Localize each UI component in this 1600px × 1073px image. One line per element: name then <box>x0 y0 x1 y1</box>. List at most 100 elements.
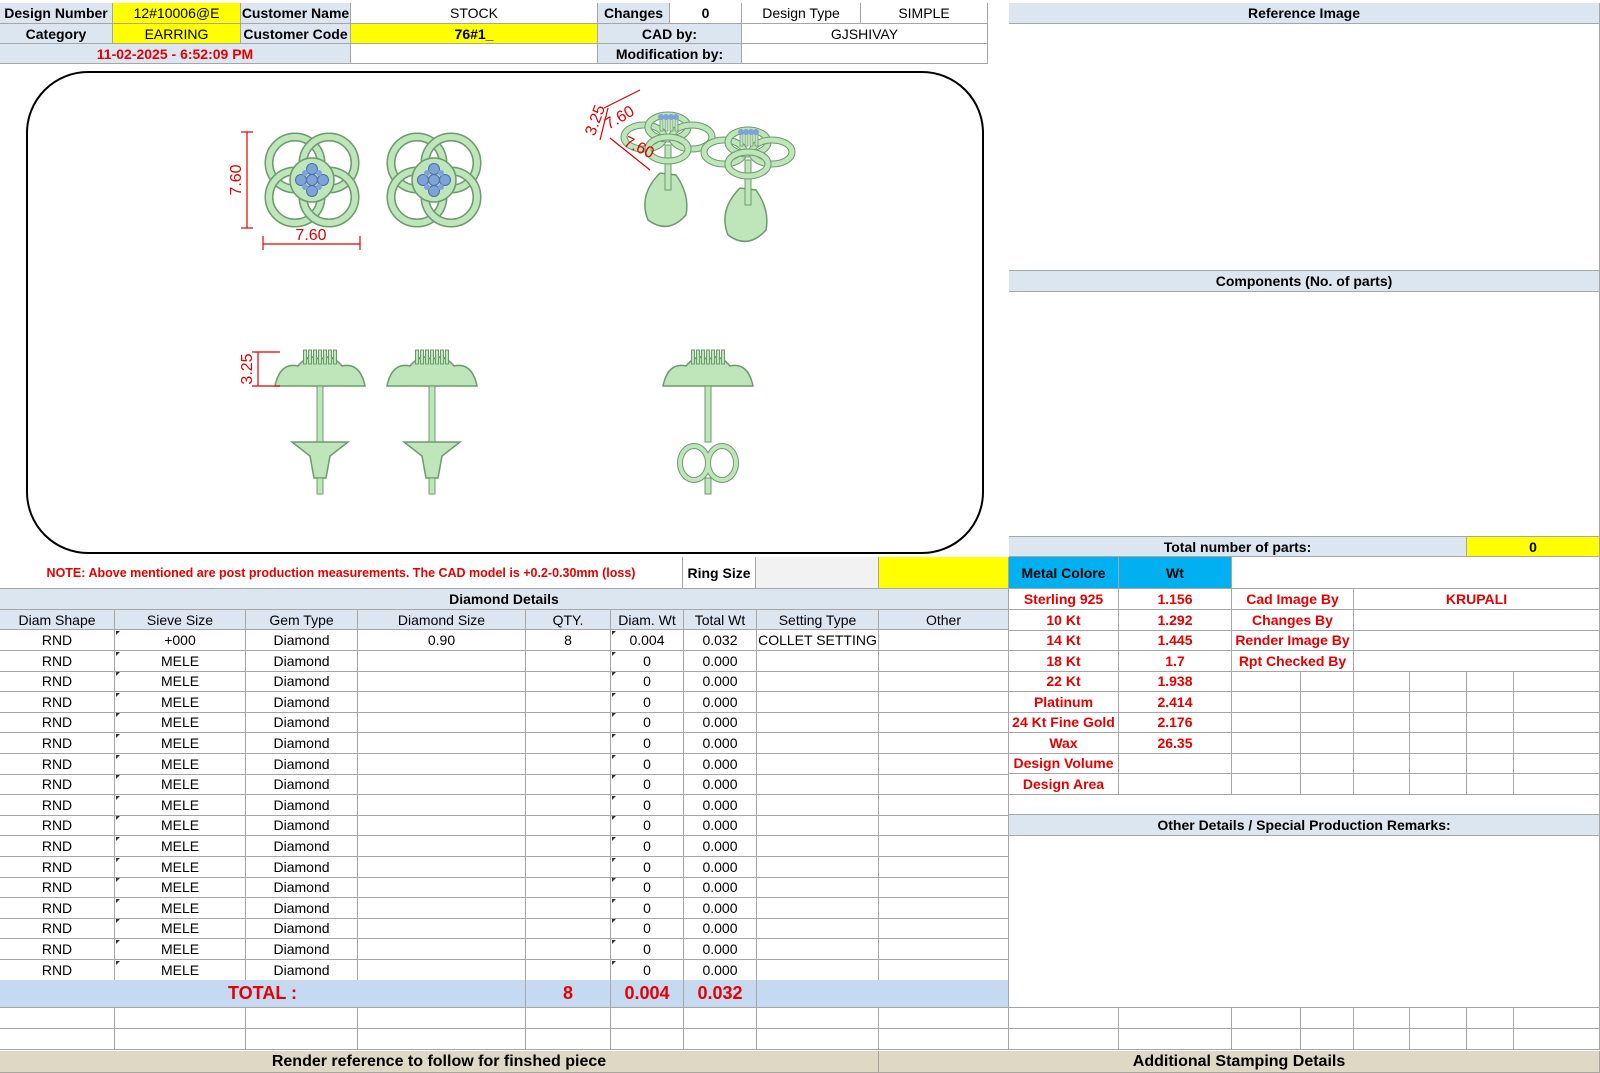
table-cell[interactable] <box>526 774 611 796</box>
table-cell[interactable]: 0 <box>611 671 684 693</box>
grid-cell[interactable] <box>1354 712 1410 733</box>
grid-cell[interactable] <box>1232 753 1301 774</box>
table-cell[interactable] <box>879 877 1009 899</box>
table-cell[interactable] <box>757 918 879 940</box>
table-cell[interactable]: 0.000 <box>684 959 757 981</box>
table-cell[interactable]: 0.000 <box>684 712 757 734</box>
table-cell[interactable] <box>879 836 1009 857</box>
ring-size-highlight[interactable] <box>879 557 1009 589</box>
table-cell[interactable]: Diamond <box>246 691 358 713</box>
table-cell[interactable]: RND <box>0 815 115 837</box>
grid-cell[interactable] <box>1514 691 1600 713</box>
table-cell[interactable] <box>358 650 526 672</box>
table-cell[interactable] <box>757 959 879 981</box>
column-header[interactable]: Total Wt <box>684 610 757 630</box>
table-cell[interactable]: 0 <box>611 959 684 981</box>
metal-weight[interactable]: 1.938 <box>1119 671 1232 692</box>
table-cell[interactable]: Diamond <box>246 939 358 960</box>
table-cell[interactable] <box>879 671 1009 693</box>
table-cell[interactable]: 0 <box>611 815 684 837</box>
table-cell[interactable]: RND <box>0 939 115 960</box>
table-cell[interactable]: 0 <box>611 918 684 940</box>
table-cell[interactable]: RND <box>0 712 115 734</box>
column-header[interactable]: Gem Type <box>246 610 358 630</box>
table-cell[interactable] <box>879 733 1009 754</box>
table-cell[interactable]: 0 <box>611 836 684 857</box>
grid-cell[interactable] <box>1354 691 1410 713</box>
grid-cell[interactable] <box>1514 671 1600 692</box>
grid-cell[interactable] <box>1514 753 1600 774</box>
table-cell[interactable] <box>879 897 1009 919</box>
table-cell[interactable] <box>526 794 611 816</box>
metal-weight[interactable] <box>1119 773 1232 795</box>
grid-cell[interactable] <box>1301 732 1354 754</box>
table-cell[interactable] <box>526 733 611 754</box>
table-cell[interactable]: Diamond <box>246 918 358 940</box>
table-cell[interactable]: MELE <box>115 877 246 899</box>
table-cell[interactable]: 0.000 <box>684 691 757 713</box>
metal-weight[interactable]: 1.7 <box>1119 650 1232 672</box>
components-area[interactable] <box>1009 292 1600 537</box>
table-cell[interactable] <box>879 712 1009 734</box>
table-cell[interactable]: Diamond <box>246 897 358 919</box>
table-cell[interactable]: MELE <box>115 815 246 837</box>
table-cell[interactable]: MELE <box>115 774 246 796</box>
table-cell[interactable] <box>358 959 526 981</box>
grid-cell[interactable] <box>1232 712 1301 733</box>
table-cell[interactable] <box>358 794 526 816</box>
table-cell[interactable] <box>526 959 611 981</box>
table-cell[interactable] <box>879 815 1009 837</box>
table-cell[interactable]: Diamond <box>246 774 358 796</box>
table-cell[interactable]: 0 <box>611 877 684 899</box>
table-cell[interactable]: 0.90 <box>358 630 526 651</box>
table-cell[interactable] <box>526 650 611 672</box>
table-cell[interactable] <box>526 815 611 837</box>
table-cell[interactable] <box>358 877 526 899</box>
ring-size-value[interactable] <box>756 557 879 589</box>
table-cell[interactable] <box>879 630 1009 651</box>
table-cell[interactable]: Diamond <box>246 856 358 878</box>
table-cell[interactable]: 0 <box>611 712 684 734</box>
table-cell[interactable]: 0.000 <box>684 918 757 940</box>
table-cell[interactable] <box>879 918 1009 940</box>
grid-cell[interactable] <box>1514 732 1600 754</box>
table-cell[interactable]: RND <box>0 691 115 713</box>
table-cell[interactable] <box>358 815 526 837</box>
table-cell[interactable] <box>879 959 1009 981</box>
grid-cell[interactable] <box>1354 753 1410 774</box>
grid-cell[interactable] <box>1301 671 1354 692</box>
table-cell[interactable]: MELE <box>115 856 246 878</box>
table-cell[interactable]: Diamond <box>246 712 358 734</box>
table-cell[interactable] <box>358 897 526 919</box>
table-cell[interactable] <box>526 671 611 693</box>
table-cell[interactable]: Diamond <box>246 877 358 899</box>
table-cell[interactable]: MELE <box>115 712 246 734</box>
table-cell[interactable]: 0.000 <box>684 815 757 837</box>
table-cell[interactable]: MELE <box>115 753 246 775</box>
table-cell[interactable]: 0.000 <box>684 650 757 672</box>
table-cell[interactable]: 0.000 <box>684 939 757 960</box>
table-cell[interactable]: Diamond <box>246 733 358 754</box>
table-cell[interactable] <box>879 691 1009 713</box>
table-cell[interactable] <box>757 671 879 693</box>
table-cell[interactable]: Diamond <box>246 836 358 857</box>
table-cell[interactable]: 0.004 <box>611 630 684 651</box>
credit-value[interactable]: KRUPALI <box>1354 589 1600 610</box>
table-cell[interactable]: RND <box>0 650 115 672</box>
table-cell[interactable]: 0.000 <box>684 753 757 775</box>
table-cell[interactable]: 0 <box>611 774 684 796</box>
table-cell[interactable]: 0.032 <box>684 630 757 651</box>
credit-value[interactable] <box>1354 650 1600 672</box>
table-cell[interactable]: Diamond <box>246 650 358 672</box>
grid-cell[interactable] <box>1232 773 1301 795</box>
grid-cell[interactable] <box>1467 732 1514 754</box>
table-cell[interactable]: Diamond <box>246 630 358 651</box>
metal-weight[interactable]: 1.445 <box>1119 630 1232 651</box>
table-cell[interactable]: 0.000 <box>684 836 757 857</box>
table-cell[interactable]: 0 <box>611 897 684 919</box>
table-cell[interactable] <box>526 877 611 899</box>
table-cell[interactable] <box>757 815 879 837</box>
table-cell[interactable]: RND <box>0 774 115 796</box>
table-cell[interactable] <box>879 939 1009 960</box>
credit-value[interactable] <box>1354 630 1600 651</box>
